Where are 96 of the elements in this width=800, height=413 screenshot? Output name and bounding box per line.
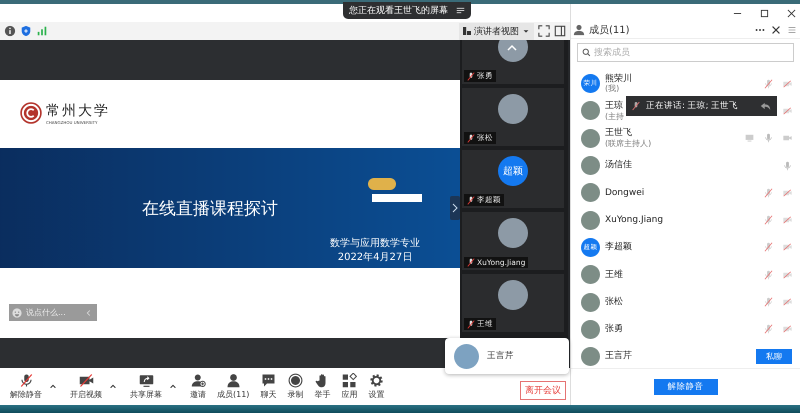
muted-mic-icon bbox=[467, 258, 475, 267]
avatar-photo-placeholder bbox=[581, 156, 600, 176]
participant-name: 王言芹 bbox=[487, 350, 514, 362]
add-person-icon bbox=[190, 373, 206, 388]
slide-date: 2022年4月27日 bbox=[338, 251, 412, 264]
member-row[interactable]: XuYong.Jiang bbox=[571, 206, 800, 234]
avatar-photo-placeholder bbox=[498, 218, 528, 248]
member-name: 张勇 bbox=[605, 324, 623, 334]
toolbar-button[interactable]: 解除静音 bbox=[6, 373, 46, 400]
expand-chevron-icon[interactable] bbox=[450, 196, 460, 220]
muted-mic-icon bbox=[467, 134, 475, 142]
close-icon[interactable] bbox=[787, 8, 796, 18]
caret-icon[interactable] bbox=[109, 382, 117, 390]
avatar-photo-placeholder bbox=[498, 40, 528, 62]
avatar-photo-placeholder bbox=[581, 292, 600, 312]
toolbar-button[interactable]: 设置 bbox=[364, 373, 388, 400]
avatar-photo-placeholder bbox=[581, 210, 600, 230]
toolbar-button[interactable]: 共享屏幕 bbox=[126, 373, 166, 400]
toolbar-button[interactable]: 录制 bbox=[283, 373, 308, 400]
muted-mic-icon bbox=[632, 101, 640, 111]
fullscreen-icon[interactable] bbox=[538, 25, 550, 37]
member-row[interactable]: 王言芹 私聊 bbox=[571, 342, 800, 368]
shield-icon[interactable] bbox=[20, 25, 32, 37]
slide-widget-drawing bbox=[368, 178, 422, 204]
apps-grid-icon bbox=[342, 373, 357, 388]
member-name: 王维 bbox=[605, 270, 623, 280]
member-role: (我) bbox=[605, 84, 620, 94]
chat-icon bbox=[260, 373, 276, 388]
avatar-photo-placeholder bbox=[581, 183, 600, 202]
toolbar-button[interactable]: 聊天 bbox=[256, 373, 280, 400]
caret-icon[interactable] bbox=[169, 382, 177, 390]
muted-mic-icon bbox=[467, 196, 475, 204]
side-panel-icon[interactable] bbox=[554, 25, 566, 37]
search-icon bbox=[582, 48, 591, 57]
caret-icon[interactable] bbox=[49, 382, 57, 390]
muted-mic-icon bbox=[467, 320, 475, 328]
person-icon bbox=[226, 373, 241, 388]
member-name: 李超颖 bbox=[605, 242, 632, 253]
toolbar-button[interactable]: 开启视频 bbox=[66, 373, 106, 400]
member-row[interactable]: 张松 bbox=[571, 288, 800, 316]
slide-title: 在线直播课程探讨 bbox=[142, 198, 278, 220]
banner-text: 您正在观看王世飞的屏幕 bbox=[349, 4, 448, 17]
avatar-photo-placeholder bbox=[581, 101, 600, 120]
avatar-photo-placeholder bbox=[498, 94, 528, 124]
member-row[interactable]: 汤信佳 bbox=[571, 152, 800, 180]
scroll-up-icon[interactable] bbox=[506, 44, 518, 52]
close-icon[interactable] bbox=[770, 24, 782, 36]
toolbar-button[interactable]: 举手 bbox=[310, 373, 334, 400]
avatar-photo-placeholder bbox=[581, 347, 600, 366]
private-chat-button[interactable]: 私聊 bbox=[756, 349, 792, 364]
view-menu-button[interactable]: 演讲者视图 bbox=[459, 22, 534, 40]
leave-meeting-button[interactable]: 离开会议 bbox=[520, 381, 566, 400]
member-role: (联席主持人) bbox=[605, 138, 652, 148]
member-row[interactable]: Dongwei bbox=[571, 179, 800, 206]
settings-icon bbox=[368, 373, 384, 388]
member-row[interactable]: 王世飞 (联席主持人) bbox=[571, 124, 800, 152]
member-role: (主持 bbox=[605, 112, 624, 121]
member-name: Dongwei bbox=[605, 188, 644, 198]
member-name: 王言芹 bbox=[605, 351, 632, 362]
avatar-photo-placeholder bbox=[581, 128, 600, 148]
unmute-all-button[interactable]: 解除静音 bbox=[654, 379, 718, 395]
speaking-text: 正在讲话: 王琼; 王世飞 bbox=[646, 100, 740, 112]
toolbar-button[interactable]: 应用 bbox=[337, 373, 362, 400]
list-icon[interactable] bbox=[456, 6, 465, 15]
member-name: 王世飞 bbox=[605, 128, 633, 139]
muted-mic-icon bbox=[18, 373, 34, 388]
layout-icon bbox=[463, 27, 471, 35]
member-name: 王琼 bbox=[605, 101, 624, 112]
member-name: 汤信佳 bbox=[605, 160, 632, 171]
smiley-icon[interactable] bbox=[12, 308, 22, 318]
maximize-icon[interactable] bbox=[760, 8, 769, 18]
video-off-icon bbox=[78, 373, 94, 388]
record-icon bbox=[288, 373, 303, 388]
member-name: XuYong.Jiang bbox=[605, 214, 664, 226]
dropdown-caret-icon bbox=[522, 27, 530, 35]
member-name: 张松 bbox=[605, 296, 623, 308]
avatar-photo-placeholder bbox=[581, 265, 600, 284]
avatar-photo-placeholder bbox=[498, 280, 528, 310]
reply-arrow-icon[interactable] bbox=[760, 101, 771, 111]
member-row[interactable]: 张勇 bbox=[571, 316, 800, 343]
logo-name: 常州大学 bbox=[46, 102, 110, 120]
toolbar-button[interactable]: 邀请 bbox=[186, 373, 210, 400]
muted-mic-icon bbox=[467, 72, 475, 80]
avatar-photo-placeholder bbox=[581, 320, 600, 339]
screen-share-icon bbox=[138, 373, 154, 388]
avatar-photo-placeholder bbox=[454, 344, 479, 368]
member-row[interactable]: 王维 bbox=[571, 261, 800, 288]
person-icon bbox=[573, 24, 585, 36]
slide-subtitle: 数学与应用数学专业 bbox=[330, 236, 420, 250]
avatar: 超颖 bbox=[498, 156, 528, 186]
toolbar-button[interactable]: 成员(11) bbox=[213, 373, 254, 400]
menu-icon[interactable] bbox=[786, 24, 798, 36]
panel-title: 成员(11) bbox=[589, 24, 630, 37]
university-seal-icon bbox=[20, 102, 42, 124]
member-name: 熊荣川 bbox=[605, 74, 632, 84]
info-icon[interactable] bbox=[4, 25, 16, 37]
